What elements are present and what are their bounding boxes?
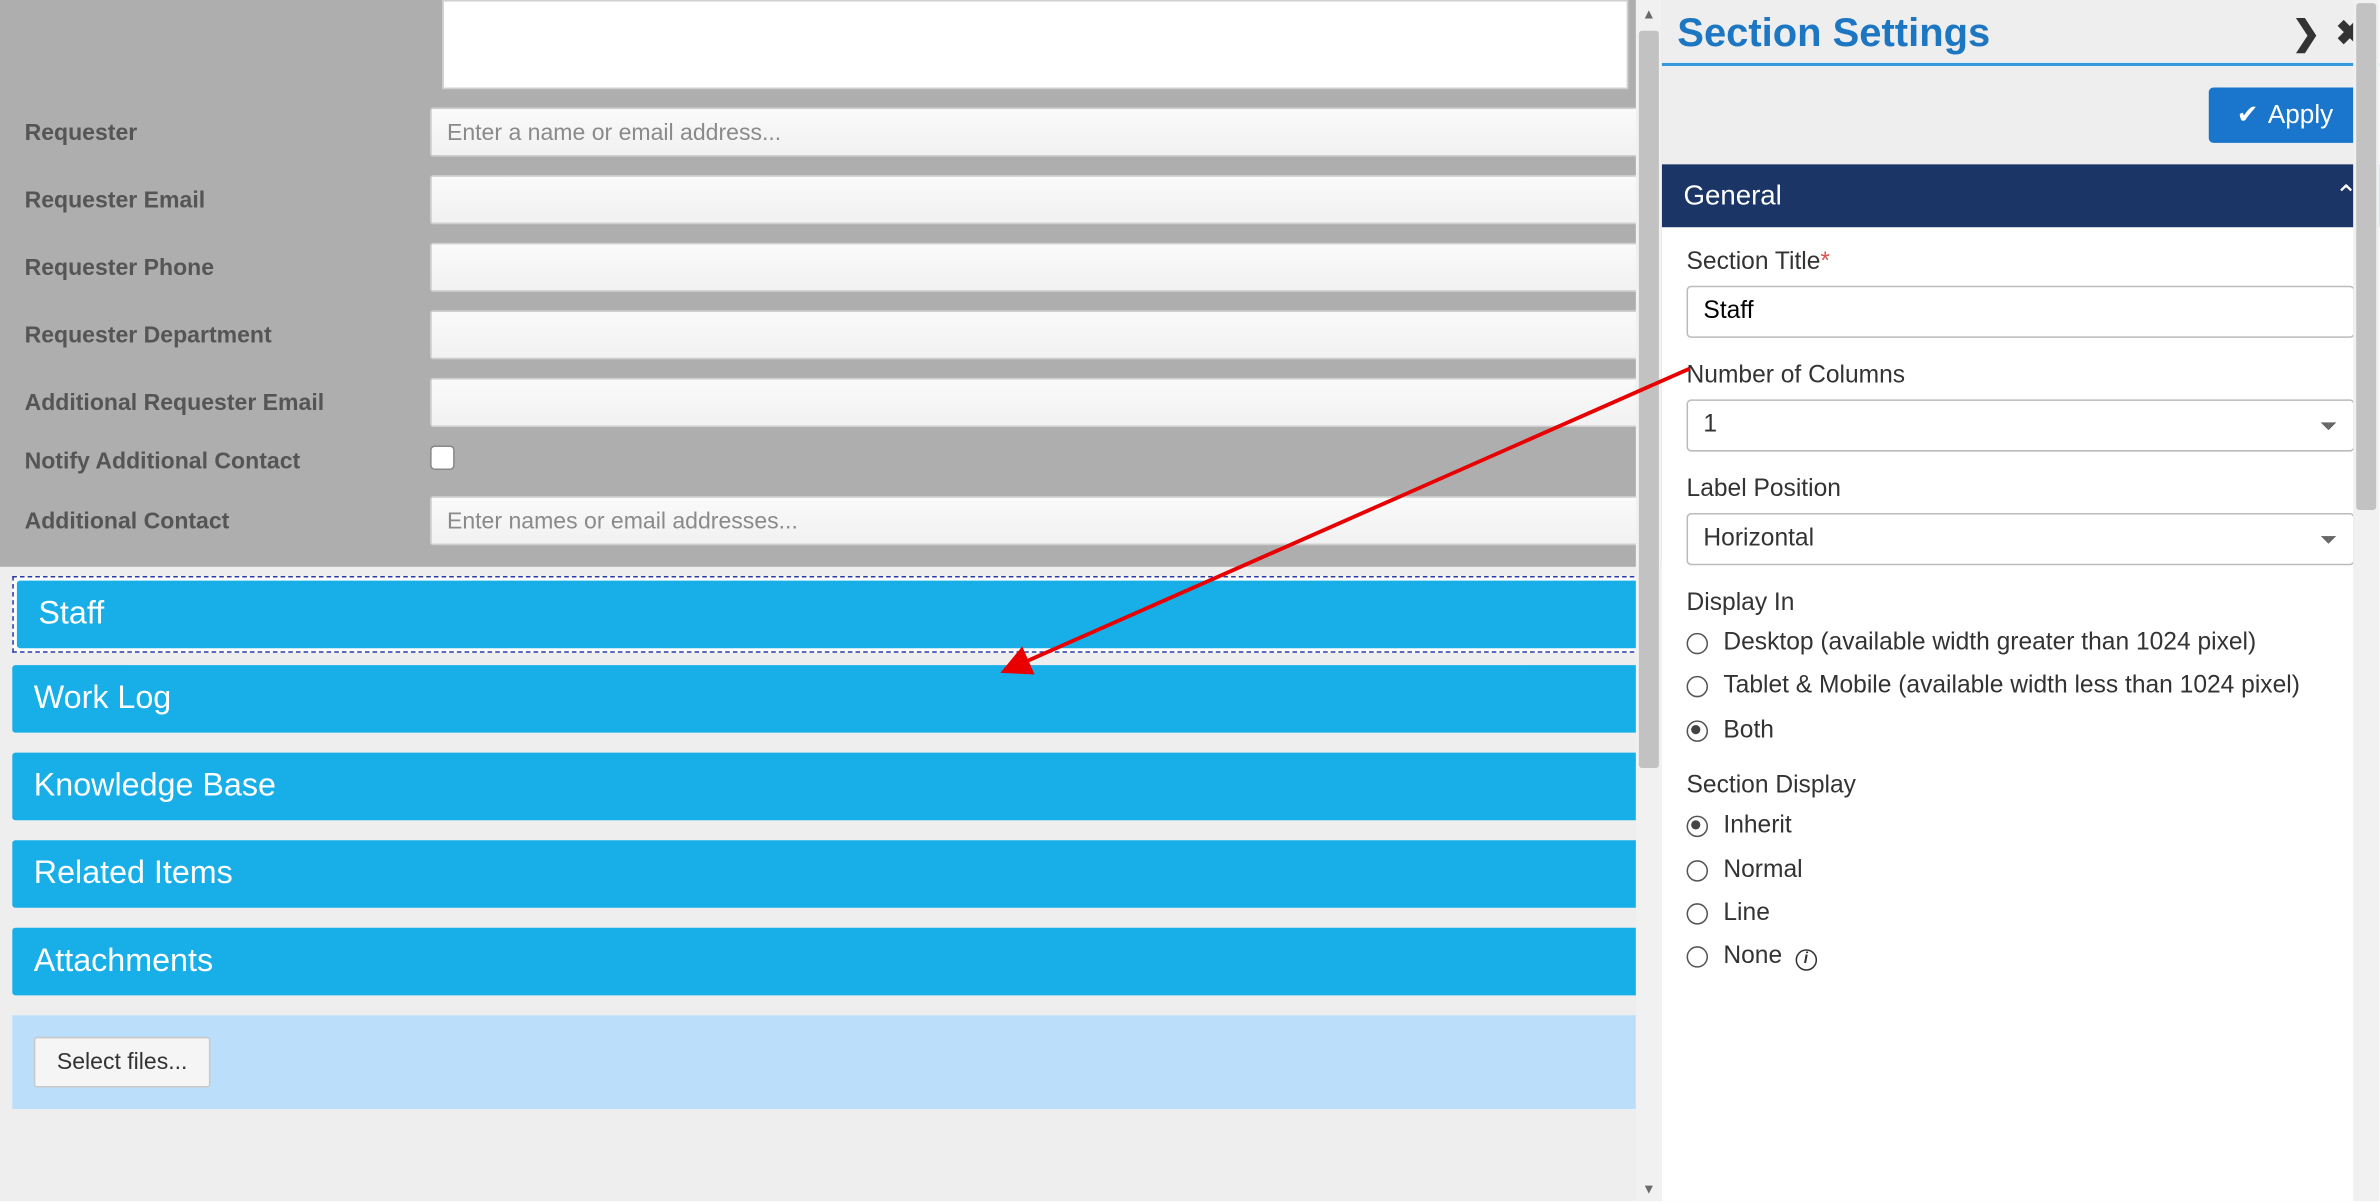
radio-icon: [1687, 903, 1709, 925]
additional-contact-label: Additional Contact: [12, 508, 430, 534]
requester-phone-input[interactable]: [430, 243, 1650, 292]
section-title-label: Section Title*: [1687, 249, 2355, 277]
apply-button[interactable]: ✔ Apply: [2209, 88, 2361, 143]
section-bar-staff[interactable]: Staff: [17, 581, 1645, 649]
requester-input[interactable]: [430, 108, 1650, 157]
section-display-inherit-option[interactable]: Inherit: [1687, 810, 2355, 844]
info-icon[interactable]: i: [1795, 950, 1817, 972]
section-bar-related[interactable]: Related Items: [12, 840, 1649, 908]
display-in-tablet-option[interactable]: Tablet & Mobile (available width less th…: [1687, 670, 2355, 704]
radio-selected-icon: [1687, 720, 1709, 742]
check-icon: ✔: [2237, 100, 2259, 131]
apply-button-label: Apply: [2268, 100, 2333, 131]
section-bar-worklog[interactable]: Work Log: [12, 665, 1649, 733]
notify-additional-label: Notify Additional Contact: [12, 449, 430, 475]
label-position-select[interactable]: Horizontal: [1687, 513, 2355, 565]
radio-icon: [1687, 676, 1709, 698]
display-in-label: Display In: [1687, 590, 2355, 618]
general-accordion-header[interactable]: General ⌃: [1662, 164, 2379, 227]
requester-dept-label: Requester Department: [12, 322, 430, 348]
num-columns-label: Number of Columns: [1687, 362, 2355, 390]
scroll-down-icon[interactable]: ▼: [1636, 1175, 1662, 1201]
attachments-dropzone[interactable]: Select files...: [12, 1015, 1649, 1109]
additional-email-input[interactable]: [430, 378, 1650, 427]
requester-email-label: Requester Email: [12, 187, 430, 213]
panel-title: Section Settings: [1677, 9, 1990, 57]
scroll-up-icon[interactable]: ▲: [1636, 0, 1662, 26]
radio-icon: [1687, 859, 1709, 881]
display-in-both-option[interactable]: Both: [1687, 714, 2355, 748]
section-settings-panel: Section Settings ❯ ✖ ✔ Apply General ⌃ S…: [1662, 0, 2379, 1201]
section-display-normal-option[interactable]: Normal: [1687, 853, 2355, 887]
left-scrollbar[interactable]: ▲ ▼: [1636, 0, 1662, 1201]
select-files-button[interactable]: Select files...: [34, 1037, 211, 1088]
radio-icon: [1687, 633, 1709, 655]
radio-icon: [1687, 947, 1709, 969]
section-display-line-option[interactable]: Line: [1687, 897, 2355, 931]
notify-additional-checkbox[interactable]: [430, 445, 455, 470]
right-scrollbar[interactable]: [2353, 0, 2379, 1201]
requester-fields-group: Requester Requester Email Requester Phon…: [0, 0, 1662, 567]
form-designer-canvas: Requester Requester Email Requester Phon…: [0, 0, 1662, 1201]
additional-email-label: Additional Requester Email: [12, 389, 430, 415]
requester-phone-label: Requester Phone: [12, 254, 430, 280]
display-in-desktop-option[interactable]: Desktop (available width greater than 10…: [1687, 627, 2355, 661]
rich-text-area[interactable]: [442, 0, 1628, 89]
additional-contact-input[interactable]: [430, 496, 1650, 545]
collapse-icon[interactable]: ❯: [2292, 16, 2320, 50]
section-bar-kb[interactable]: Knowledge Base: [12, 753, 1649, 821]
requester-email-input[interactable]: [430, 175, 1650, 224]
left-scrollbar-thumb[interactable]: [1639, 31, 1659, 768]
label-position-label: Label Position: [1687, 476, 2355, 504]
section-bar-attachments[interactable]: Attachments: [12, 928, 1649, 996]
requester-dept-input[interactable]: [430, 310, 1650, 359]
section-display-label: Section Display: [1687, 773, 2355, 801]
num-columns-select[interactable]: 1: [1687, 399, 2355, 451]
requester-label: Requester: [12, 119, 430, 145]
radio-selected-icon: [1687, 816, 1709, 838]
selected-section-outline: Staff: [12, 576, 1649, 653]
section-title-input[interactable]: [1687, 286, 2355, 338]
general-accordion-label: General: [1683, 180, 1781, 212]
right-scrollbar-thumb[interactable]: [2356, 3, 2376, 510]
section-display-none-option[interactable]: None i: [1687, 941, 2355, 975]
